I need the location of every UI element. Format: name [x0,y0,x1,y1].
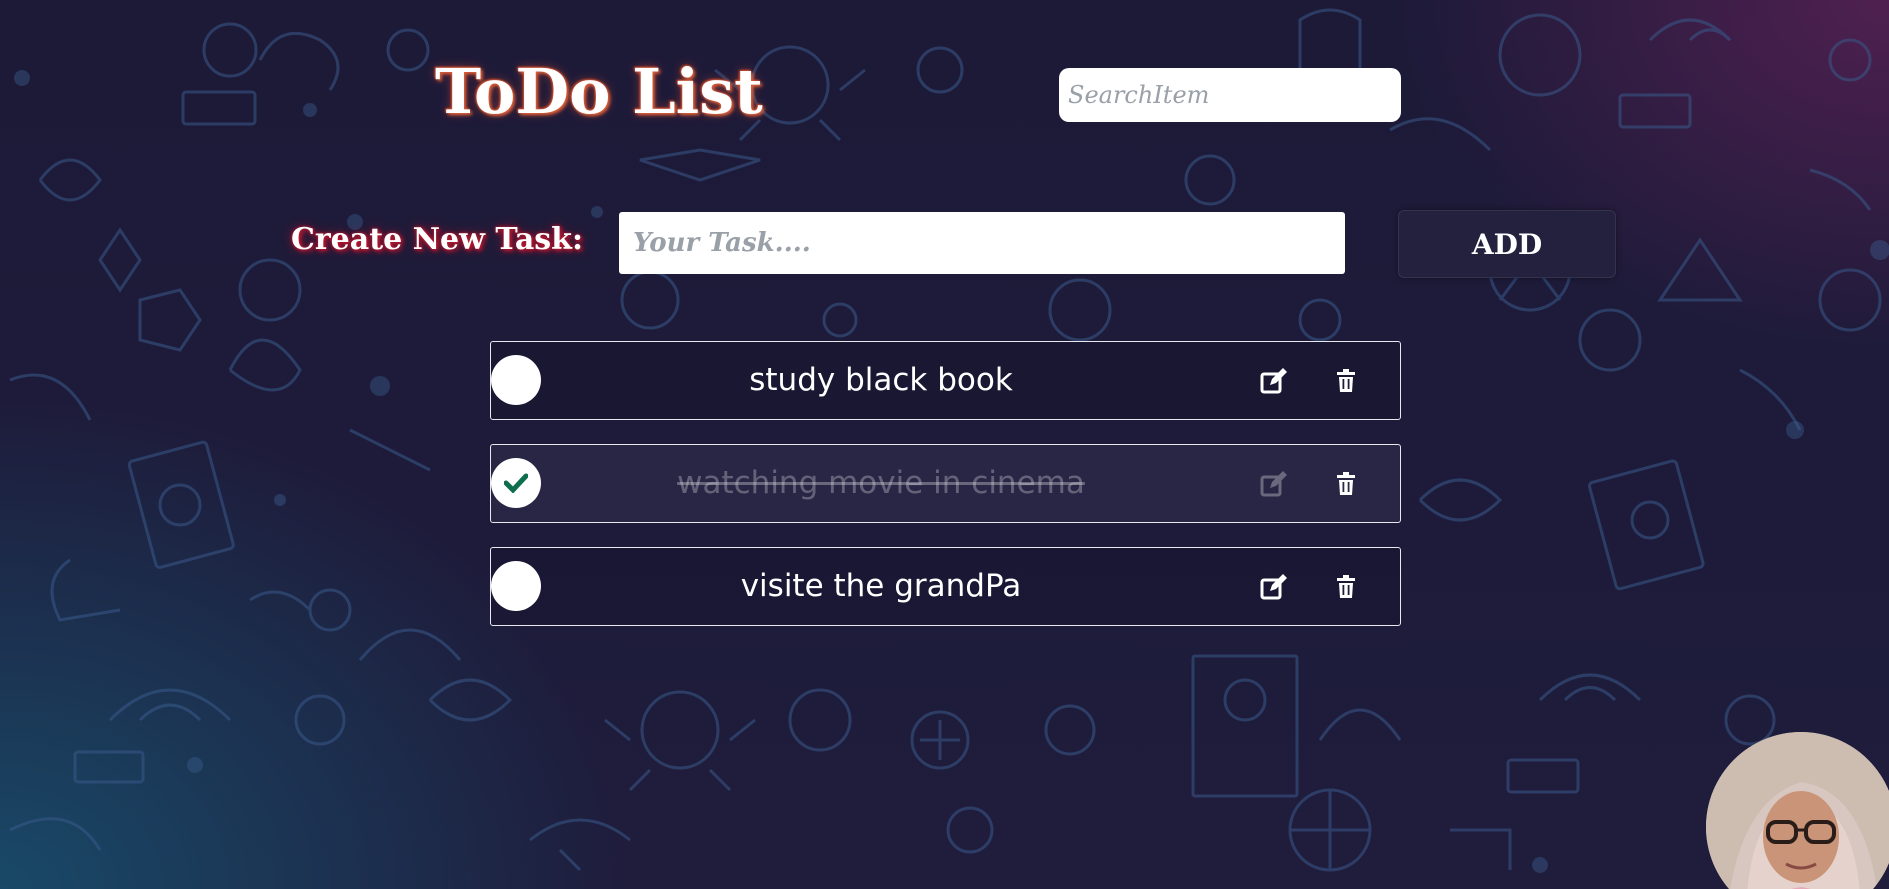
task-item: watching movie in cinema [490,444,1401,523]
page-title: ToDo List [435,55,763,128]
task-item: visite the grandPa [490,547,1401,626]
trash-icon[interactable] [1331,469,1361,499]
search-input[interactable] [1059,68,1401,122]
edit-icon[interactable] [1259,366,1289,396]
new-task-input[interactable] [619,212,1345,274]
task-text: study black book [749,362,1013,398]
task-list: study black book watching movie in cinem… [490,341,1401,650]
task-item: study black book [490,341,1401,420]
trash-icon[interactable] [1331,366,1361,396]
edit-icon[interactable] [1259,572,1289,602]
create-task-label: Create New Task: [291,222,584,257]
trash-icon[interactable] [1331,572,1361,602]
task-text: visite the grandPa [740,568,1022,604]
task-text: watching movie in cinema [677,465,1085,501]
add-task-button[interactable]: ADD [1398,210,1616,278]
edit-icon[interactable] [1259,469,1289,499]
